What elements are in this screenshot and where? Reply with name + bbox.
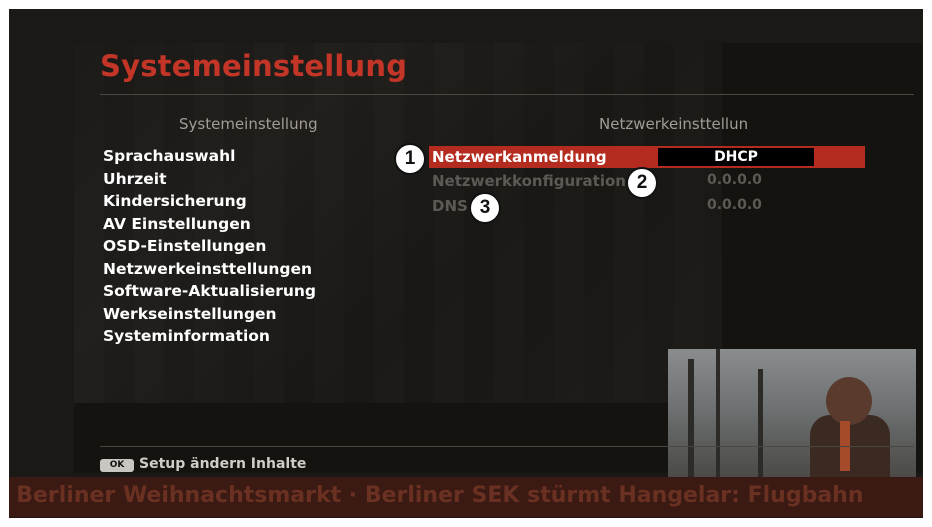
annotation-marker-3: 3 — [469, 192, 501, 224]
pip-tree — [688, 359, 694, 477]
network-login-row[interactable]: Netzwerkanmeldung DHCP — [429, 146, 865, 168]
menu-item-kindersicherung[interactable]: Kindersicherung — [103, 190, 316, 213]
menu-item-av-einstellungen[interactable]: AV Einstellungen — [103, 213, 316, 236]
menu-item-software-aktualisierung[interactable]: Software-Aktualisierung — [103, 280, 316, 303]
settings-menu: Sprachauswahl Uhrzeit Kindersicherung AV… — [103, 145, 316, 348]
page-title: Systemeinstellung — [100, 49, 408, 83]
pip-tree — [758, 369, 763, 477]
menu-item-uhrzeit[interactable]: Uhrzeit — [103, 168, 316, 191]
header-divider — [100, 94, 914, 95]
network-login-label: Netzwerkanmeldung — [432, 148, 607, 166]
network-config-label: Netzwerkkonfiguration — [432, 172, 626, 190]
dns-label: DNS — [432, 197, 468, 215]
network-login-value[interactable]: DHCP — [658, 148, 814, 166]
network-config-value: 0.0.0.0 — [707, 172, 762, 188]
left-column-header: Systemeinstellung — [179, 115, 318, 133]
menu-item-systeminformation[interactable]: Systeminformation — [103, 325, 316, 348]
footer-hint: Setup ändern Inhalte — [139, 456, 307, 472]
menu-item-sprachauswahl[interactable]: Sprachauswahl — [103, 145, 316, 168]
pip-person-head — [826, 377, 872, 425]
annotation-marker-1: 1 — [394, 143, 426, 175]
picture-in-picture — [668, 349, 916, 477]
menu-item-werkseinstellungen[interactable]: Werkseinstellungen — [103, 303, 316, 326]
menu-item-netzwerkeinstellungen[interactable]: Netzwerkeinsttellungen — [103, 258, 316, 281]
pip-tree — [716, 349, 720, 477]
tv-screen: Systemeinstellung Systemeinstellung Netz… — [9, 9, 923, 518]
ok-key-icon: OK — [100, 459, 134, 472]
footer-divider — [100, 446, 914, 447]
dns-value: 0.0.0.0 — [707, 197, 762, 213]
menu-item-osd-einstellungen[interactable]: OSD-Einstellungen — [103, 235, 316, 258]
news-ticker: f Berliner Weihnachtsmarkt · Berliner SE… — [9, 477, 923, 517]
ticker-text: f Berliner Weihnachtsmarkt · Berliner SE… — [9, 483, 864, 508]
right-column-header: Netzwerkeinsttellun — [599, 115, 749, 133]
annotation-marker-2: 2 — [626, 167, 658, 199]
